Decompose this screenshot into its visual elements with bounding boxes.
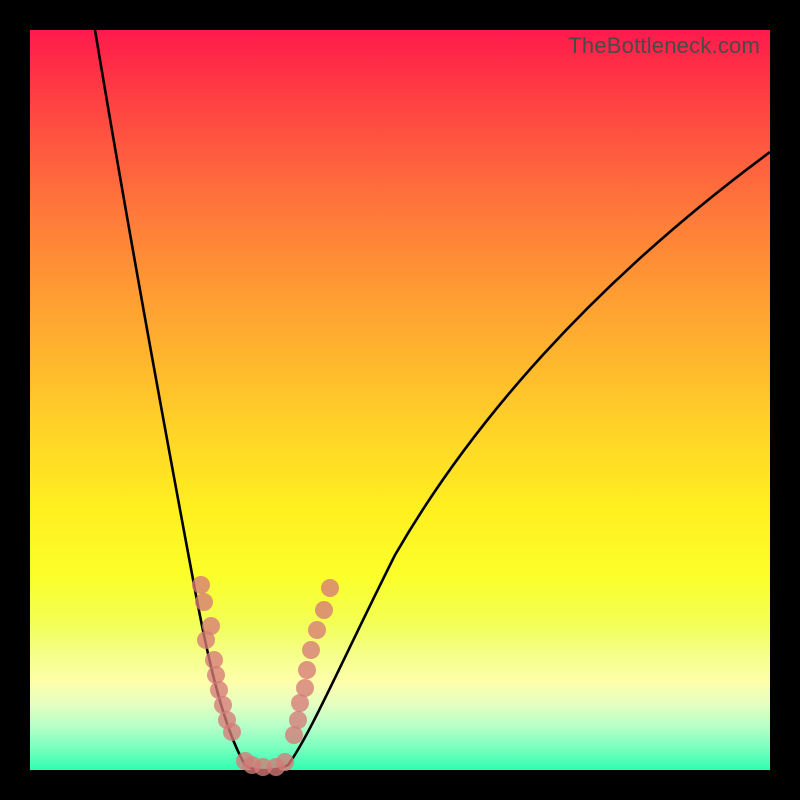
gradient-plot-area: TheBottleneck.com bbox=[30, 30, 770, 770]
data-dot bbox=[298, 661, 316, 679]
curve-path bbox=[95, 30, 770, 770]
data-dot bbox=[308, 621, 326, 639]
data-dot bbox=[296, 679, 314, 697]
data-dot bbox=[223, 723, 241, 741]
data-dot bbox=[302, 641, 320, 659]
data-dot bbox=[207, 666, 225, 684]
data-dot bbox=[197, 631, 215, 649]
data-dot bbox=[289, 711, 307, 729]
data-dot bbox=[192, 576, 210, 594]
data-dot bbox=[315, 601, 333, 619]
data-dot bbox=[321, 579, 339, 597]
bottleneck-curve bbox=[30, 30, 770, 770]
data-dot bbox=[276, 753, 294, 771]
data-dot bbox=[195, 593, 213, 611]
